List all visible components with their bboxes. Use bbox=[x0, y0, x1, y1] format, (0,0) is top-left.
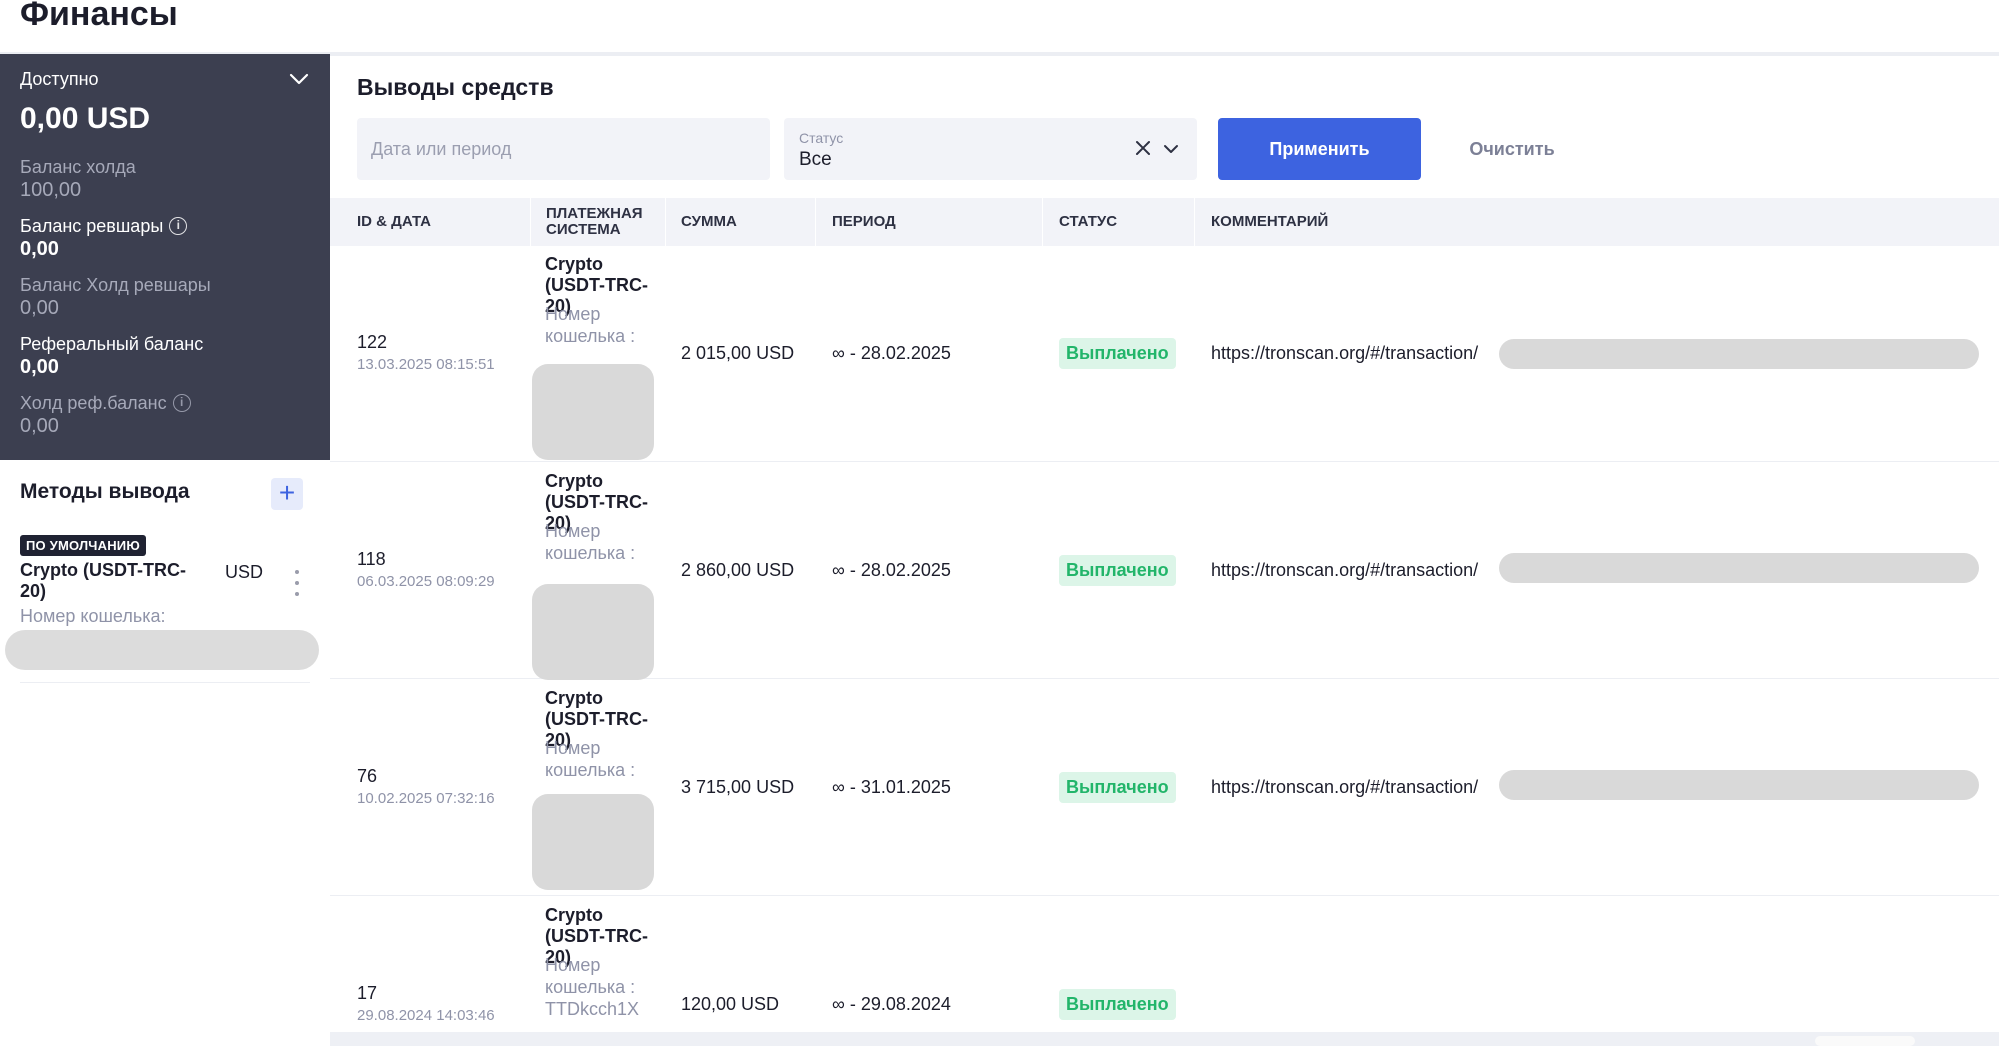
status-badge: Выплачено bbox=[1059, 772, 1176, 803]
status-badge: Выплачено bbox=[1059, 555, 1176, 586]
method-currency: USD bbox=[225, 562, 264, 582]
table-row[interactable]: 118 06.03.2025 08:09:29 Crypto (USDT-TRC… bbox=[330, 463, 1999, 680]
available-amount: 0,00 USD bbox=[20, 102, 151, 135]
methods-title: Методы вывода bbox=[20, 480, 190, 503]
row-id: 122 bbox=[357, 332, 388, 352]
row-id: 118 bbox=[357, 549, 386, 569]
row-period: ∞ - 28.02.2025 bbox=[832, 560, 951, 580]
row-comment-redacted bbox=[1499, 770, 1979, 800]
chevron-down-icon[interactable] bbox=[288, 68, 310, 90]
row-period: ∞ - 31.01.2025 bbox=[832, 777, 951, 797]
table-header: ID & ДАТА ПЛАТЕЖНАЯ СИСТЕМА СУММА ПЕРИОД… bbox=[330, 198, 1999, 246]
revshare-balance-value: 0,00 bbox=[20, 238, 59, 260]
row-wallet-redacted bbox=[532, 584, 654, 680]
referral-hold-balance: Холд реф.баланс i 0,00 bbox=[20, 392, 191, 438]
column-id-date[interactable]: ID & ДАТА bbox=[357, 198, 431, 246]
chevron-down-icon[interactable] bbox=[1161, 139, 1181, 159]
method-wallet-label: Номер кошелька: bbox=[20, 606, 166, 626]
apply-button[interactable]: Применить bbox=[1218, 118, 1421, 180]
info-icon[interactable]: i bbox=[172, 394, 191, 412]
kebab-icon[interactable] bbox=[288, 570, 306, 596]
column-sum[interactable]: СУММА bbox=[681, 198, 737, 246]
row-date: 29.08.2024 14:03:46 bbox=[357, 1007, 495, 1024]
revshare-hold-balance-label: Баланс Холд ревшары bbox=[20, 275, 211, 295]
referral-hold-balance-value: 0,00 bbox=[20, 415, 59, 437]
row-id: 17 bbox=[357, 983, 378, 1003]
plus-icon: + bbox=[278, 477, 296, 508]
row-date: 13.03.2025 08:15:51 bbox=[357, 356, 495, 373]
row-date: 06.03.2025 08:09:29 bbox=[357, 573, 495, 590]
row-period: ∞ - 28.02.2025 bbox=[832, 343, 951, 363]
row-period: ∞ - 29.08.2024 bbox=[832, 994, 951, 1014]
hold-balance-value: 100,00 bbox=[20, 179, 82, 201]
referral-hold-balance-label: Холд реф.баланс bbox=[20, 393, 167, 413]
status-select[interactable]: Статус Все bbox=[784, 118, 1197, 180]
date-period-input[interactable] bbox=[357, 118, 770, 180]
revshare-balance-label: Баланс ревшары bbox=[20, 216, 164, 236]
hold-balance-label: Баланс холда bbox=[20, 157, 136, 177]
referral-balance: Реферальный баланс 0,00 bbox=[20, 333, 203, 379]
referral-balance-value: 0,00 bbox=[20, 356, 59, 378]
method-name: Crypto (USDT-TRC-20) bbox=[20, 560, 186, 601]
row-wallet-redacted bbox=[532, 794, 654, 890]
revshare-hold-balance: Баланс Холд ревшары 0,00 bbox=[20, 274, 211, 320]
hold-balance: Баланс холда 100,00 bbox=[20, 156, 136, 202]
row-wallet-redacted bbox=[532, 364, 654, 460]
column-period[interactable]: ПЕРИОД bbox=[832, 198, 896, 246]
withdrawals-title: Выводы средств bbox=[357, 74, 554, 100]
page-title: Финансы bbox=[20, 0, 178, 33]
row-date: 10.02.2025 07:32:16 bbox=[357, 790, 495, 807]
status-select-value: Все bbox=[799, 149, 832, 170]
method-divider bbox=[20, 682, 310, 683]
add-method-button[interactable]: + bbox=[271, 478, 303, 510]
row-sum: 2 015,00 USD bbox=[681, 343, 795, 363]
referral-balance-label: Реферальный баланс bbox=[20, 334, 204, 354]
available-header[interactable]: Доступно bbox=[20, 68, 310, 90]
row-comment[interactable]: https://tronscan.org/#/transaction/ bbox=[1211, 343, 1501, 364]
close-icon[interactable] bbox=[1133, 138, 1153, 158]
row-wallet-label: Номер кошелька : bbox=[545, 521, 636, 563]
row-wallet-label: Номер кошелька : bbox=[545, 738, 636, 780]
status-badge: Выплачено bbox=[1059, 338, 1176, 369]
row-sum: 2 860,00 USD bbox=[681, 560, 795, 580]
row-comment[interactable]: https://tronscan.org/#/transaction/ bbox=[1211, 777, 1501, 798]
method-wallet-redacted bbox=[5, 630, 319, 670]
scrollbar-thumb[interactable] bbox=[1815, 1036, 1915, 1046]
available-label: Доступно bbox=[20, 68, 99, 89]
default-badge: ПО УМОЛЧАНИЮ bbox=[20, 535, 146, 556]
table-row[interactable]: 122 13.03.2025 08:15:51 Crypto (USDT-TRC… bbox=[330, 246, 1999, 462]
balance-panel: Доступно 0,00 USD Баланс холда 100,00 Ба… bbox=[0, 54, 330, 460]
row-wallet-label: Номер кошелька : TTDkcch1X bbox=[545, 955, 640, 1019]
revshare-hold-balance-value: 0,00 bbox=[20, 297, 59, 319]
row-sum: 120,00 USD bbox=[681, 994, 780, 1014]
row-comment[interactable]: https://tronscan.org/#/transaction/ bbox=[1211, 560, 1501, 581]
table-row[interactable]: 76 10.02.2025 07:32:16 Crypto (USDT-TRC-… bbox=[330, 680, 1999, 896]
row-sum: 3 715,00 USD bbox=[681, 777, 795, 797]
table-row[interactable]: 17 29.08.2024 14:03:46 Crypto (USDT-TRC-… bbox=[330, 897, 1999, 1032]
info-icon[interactable]: i bbox=[169, 217, 188, 235]
row-id: 76 bbox=[357, 766, 378, 786]
row-comment-redacted bbox=[1499, 339, 1979, 369]
column-payment-system[interactable]: ПЛАТЕЖНАЯ СИСТЕМА bbox=[546, 198, 671, 246]
column-comment[interactable]: КОММЕНТАРИЙ bbox=[1211, 198, 1328, 246]
column-status[interactable]: СТАТУС bbox=[1059, 198, 1117, 246]
clear-button[interactable]: Очистить bbox=[1432, 118, 1592, 180]
row-comment-redacted bbox=[1499, 553, 1979, 583]
row-wallet-label: Номер кошелька : bbox=[545, 304, 636, 346]
revshare-balance: Баланс ревшары i 0,00 bbox=[20, 215, 188, 261]
status-badge: Выплачено bbox=[1059, 989, 1176, 1020]
horizontal-scrollbar[interactable] bbox=[330, 1032, 1999, 1046]
status-select-label: Статус bbox=[799, 130, 844, 146]
